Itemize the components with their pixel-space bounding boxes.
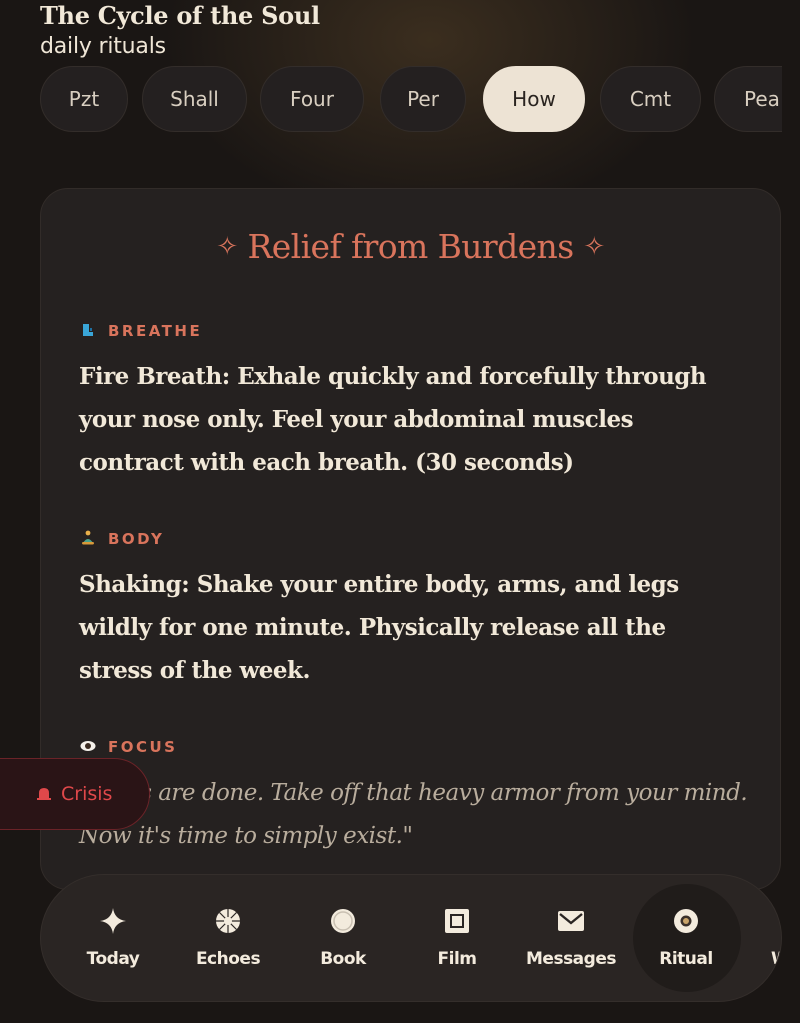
day-pill-shall[interactable]: Shall [142,66,247,132]
section-label-breathe: BREATHE [80,322,202,340]
envelope-icon [558,911,584,931]
day-pill-how[interactable]: How [483,66,585,132]
day-pill-per[interactable]: Per [380,66,466,132]
nav-item-book[interactable]: Book [288,875,398,1001]
section-label-body: BODY [80,530,164,548]
circle-icon [331,909,355,933]
section-label-focus: FOCUS [80,738,178,756]
ritual-card: ✧ Relief from Burdens ✧ BREATHE Fire Bre… [40,188,781,890]
app-subtitle: daily rituals [40,34,166,59]
crisis-button[interactable]: Crisis [0,758,150,830]
section-text-breathe: Fire Breath: Exhale quickly and forceful… [79,363,707,476]
section-text-focus: "Tasks are done. Take off that heavy arm… [79,780,748,849]
ring-icon [674,909,698,933]
sparkle-icon: ✧ [583,232,605,262]
meditation-icon [82,530,94,545]
card-title: ✧ Relief from Burdens ✧ [41,227,780,266]
nav-label: Ritual [659,949,713,969]
sparkle-icon [100,908,126,934]
day-pill-pzt[interactable]: Pzt [40,66,128,132]
crisis-label: Crisis [61,783,113,805]
sparkle-icon: ✧ [216,232,238,262]
header: The Cycle of the Soul daily rituals [40,0,780,63]
day-pill-pea[interactable]: Pea [714,66,782,132]
nav-item-echoes[interactable]: Echoes [173,875,283,1001]
burst-icon [216,909,240,933]
nav-item-peek-label[interactable]: W [771,949,781,969]
nav-item-today[interactable]: Today [58,875,168,1001]
day-pill-four[interactable]: Four [260,66,364,132]
day-selector: Pzt Shall Four Per How Cmt Pea [40,66,782,134]
siren-icon [37,788,51,800]
section-text-body: Shaking: Shake your entire body, arms, a… [79,571,679,684]
nav-label: Film [437,949,477,969]
nav-item-film[interactable]: Film [402,875,512,1001]
bottom-nav: Today Echoes Book Film Messages Ritual [40,874,782,1002]
nav-label: Messages [526,949,616,969]
eye-icon [80,741,96,751]
nav-label: Book [320,949,366,969]
nav-item-messages[interactable]: Messages [516,875,626,1001]
app-title: The Cycle of the Soul [40,1,320,30]
nav-label: Today [86,949,140,969]
nav-label: Echoes [195,949,261,969]
lungs-icon [83,324,93,336]
nav-item-ritual[interactable]: Ritual [631,875,741,1001]
card-title-text: Relief from Burdens [247,227,574,266]
day-pill-cmt[interactable]: Cmt [600,66,701,132]
film-frame-icon [445,909,469,933]
